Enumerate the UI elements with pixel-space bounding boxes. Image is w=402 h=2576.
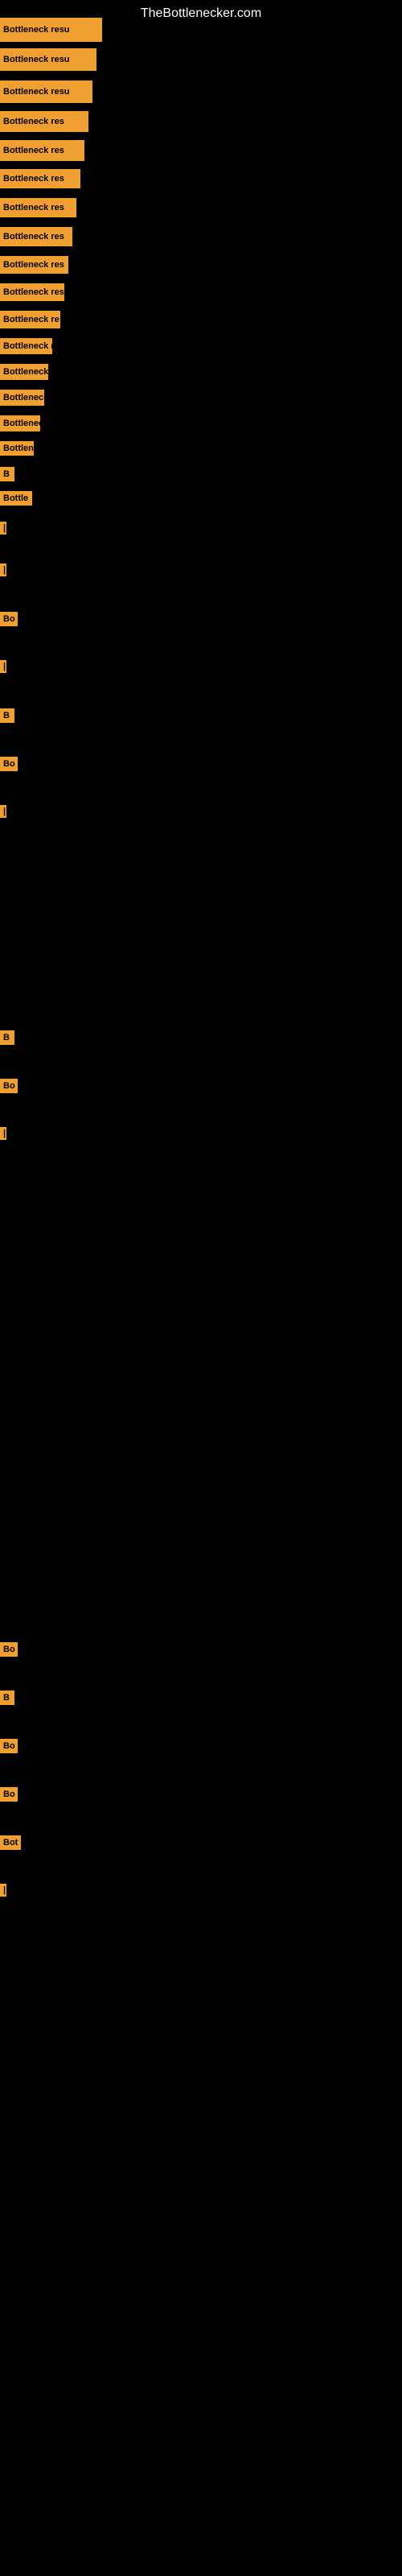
bar-label-15: Bottlen: [0, 441, 34, 456]
bar-item-7: Bottleneck res: [0, 227, 72, 246]
bar-item-0: Bottleneck resu: [0, 18, 102, 42]
bar-label-9: Bottleneck res: [0, 283, 64, 301]
bar-label-20: Bo: [0, 612, 18, 626]
bar-item-5: Bottleneck res: [0, 169, 80, 188]
bar-label-10: Bottleneck re: [0, 311, 60, 328]
bar-item-19: |: [0, 564, 6, 576]
bar-item-27: |: [0, 1127, 6, 1140]
bar-label-23: Bo: [0, 757, 18, 771]
bar-item-12: Bottleneck r: [0, 364, 48, 380]
bar-label-31: Bo: [0, 1787, 18, 1802]
bar-item-20: Bo: [0, 612, 18, 626]
bar-label-0: Bottleneck resu: [0, 18, 102, 42]
bar-item-17: Bottle: [0, 491, 32, 506]
bar-item-22: B: [0, 708, 14, 723]
bar-label-11: Bottleneck r: [0, 338, 52, 354]
bar-label-26: Bo: [0, 1079, 18, 1093]
bar-label-5: Bottleneck res: [0, 169, 80, 188]
bar-item-26: Bo: [0, 1079, 18, 1093]
bar-item-18: |: [0, 522, 6, 535]
bar-label-14: Bottleneck r: [0, 415, 40, 431]
bar-label-28: Bo: [0, 1642, 18, 1657]
bar-label-12: Bottleneck r: [0, 364, 48, 380]
bar-label-19: |: [0, 564, 6, 576]
bar-item-11: Bottleneck r: [0, 338, 52, 354]
bar-label-17: Bottle: [0, 491, 32, 506]
bar-label-13: Bottleneck r: [0, 390, 44, 406]
bar-label-27: |: [0, 1127, 6, 1140]
bar-label-22: B: [0, 708, 14, 723]
bar-label-21: |: [0, 660, 6, 673]
bar-item-30: Bo: [0, 1739, 18, 1753]
bar-label-8: Bottleneck res: [0, 256, 68, 274]
bar-label-1: Bottleneck resu: [0, 48, 96, 71]
bar-label-7: Bottleneck res: [0, 227, 72, 246]
bar-item-6: Bottleneck res: [0, 198, 76, 217]
bar-item-1: Bottleneck resu: [0, 48, 96, 71]
bar-item-25: B: [0, 1030, 14, 1045]
bar-item-21: |: [0, 660, 6, 673]
bar-item-9: Bottleneck res: [0, 283, 64, 301]
bar-item-3: Bottleneck res: [0, 111, 88, 132]
bar-label-6: Bottleneck res: [0, 198, 76, 217]
bar-item-4: Bottleneck res: [0, 140, 84, 161]
bar-label-33: |: [0, 1884, 6, 1897]
bar-label-32: Bot: [0, 1835, 21, 1850]
bar-label-2: Bottleneck resu: [0, 80, 92, 103]
bar-label-24: |: [0, 805, 6, 818]
bar-item-28: Bo: [0, 1642, 18, 1657]
bar-label-25: B: [0, 1030, 14, 1045]
bar-label-18: |: [0, 522, 6, 535]
bar-item-29: B: [0, 1690, 14, 1705]
bar-item-33: |: [0, 1884, 6, 1897]
bar-item-23: Bo: [0, 757, 18, 771]
bar-item-13: Bottleneck r: [0, 390, 44, 406]
bar-label-3: Bottleneck res: [0, 111, 88, 132]
bar-item-32: Bot: [0, 1835, 21, 1850]
bar-label-16: B: [0, 467, 14, 481]
bar-label-29: B: [0, 1690, 14, 1705]
bar-item-24: |: [0, 805, 6, 818]
bar-item-16: B: [0, 467, 14, 481]
bar-item-8: Bottleneck res: [0, 256, 68, 274]
bar-item-15: Bottlen: [0, 441, 34, 456]
bar-item-14: Bottleneck r: [0, 415, 40, 431]
bar-label-30: Bo: [0, 1739, 18, 1753]
bar-item-10: Bottleneck re: [0, 311, 60, 328]
bar-item-2: Bottleneck resu: [0, 80, 92, 103]
bar-label-4: Bottleneck res: [0, 140, 84, 161]
chart-container: TheBottlenecker.com Bottleneck resuBottl…: [0, 0, 402, 2576]
bar-item-31: Bo: [0, 1787, 18, 1802]
